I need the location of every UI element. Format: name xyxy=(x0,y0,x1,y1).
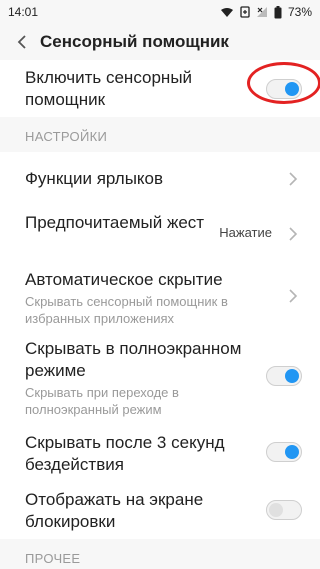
fullscreen-toggle[interactable] xyxy=(266,366,302,386)
row-hide-fullscreen[interactable]: Скрывать в полноэкранном режиме Скрывать… xyxy=(0,328,320,425)
battery-percent: 73% xyxy=(287,5,312,19)
row-title: Функции ярлыков xyxy=(25,169,164,188)
back-button[interactable] xyxy=(12,32,32,52)
highlight-annotation xyxy=(247,62,320,104)
row-hide-after-idle[interactable]: Скрывать после 3 секунд бездействия xyxy=(0,425,320,482)
header: Сенсорный помощник xyxy=(0,24,320,60)
wifi-icon xyxy=(220,7,234,18)
row-title: Автоматическое скрытие xyxy=(25,270,223,289)
row-title: Скрывать после 3 секунд бездействия xyxy=(25,433,225,474)
row-subtitle: Скрывать при переходе в полноэкранный ре… xyxy=(25,385,179,417)
row-subtitle: Скрывать сенсорный помощник в избранных … xyxy=(25,294,228,326)
battery-icon xyxy=(274,5,282,19)
chevron-right-icon xyxy=(289,289,298,303)
page-title: Сенсорный помощник xyxy=(40,32,229,51)
section-label-settings: НАСТРОЙКИ xyxy=(25,129,108,144)
row-show-lockscreen[interactable]: Отображать на экране блокировки xyxy=(0,482,320,539)
section-label-other: ПРОЧЕЕ xyxy=(25,551,81,566)
row-auto-hide[interactable]: Автоматическое скрытие Скрывать сенсорны… xyxy=(0,266,320,328)
gesture-value: Нажатие xyxy=(219,225,272,240)
toggle-knob xyxy=(269,503,283,517)
lockscreen-toggle[interactable] xyxy=(266,500,302,520)
signal-x-icon xyxy=(256,6,268,18)
idle-toggle[interactable] xyxy=(266,442,302,462)
toggle-knob xyxy=(285,369,299,383)
row-title: Предпочитаемый жест xyxy=(25,213,205,232)
status-bar: 14:01 73% xyxy=(0,0,320,24)
chevron-right-icon xyxy=(289,172,298,186)
chevron-right-icon xyxy=(289,227,298,241)
row-title: Отображать на экране блокировки xyxy=(25,490,204,531)
status-time: 14:01 xyxy=(8,5,39,19)
back-arrow-icon xyxy=(17,35,26,49)
status-icons: 73% xyxy=(220,5,312,19)
main-toggle-label: Включить сенсорный помощник xyxy=(25,68,193,109)
battery-saver-icon xyxy=(240,6,250,18)
row-preferred-gesture[interactable]: Предпочитаемый жест Нажатие xyxy=(0,206,320,266)
row-title: Скрывать в полноэкранном режиме xyxy=(25,339,242,380)
row-shortcut-functions[interactable]: Функции ярлыков xyxy=(0,152,320,206)
toggle-knob xyxy=(285,445,299,459)
